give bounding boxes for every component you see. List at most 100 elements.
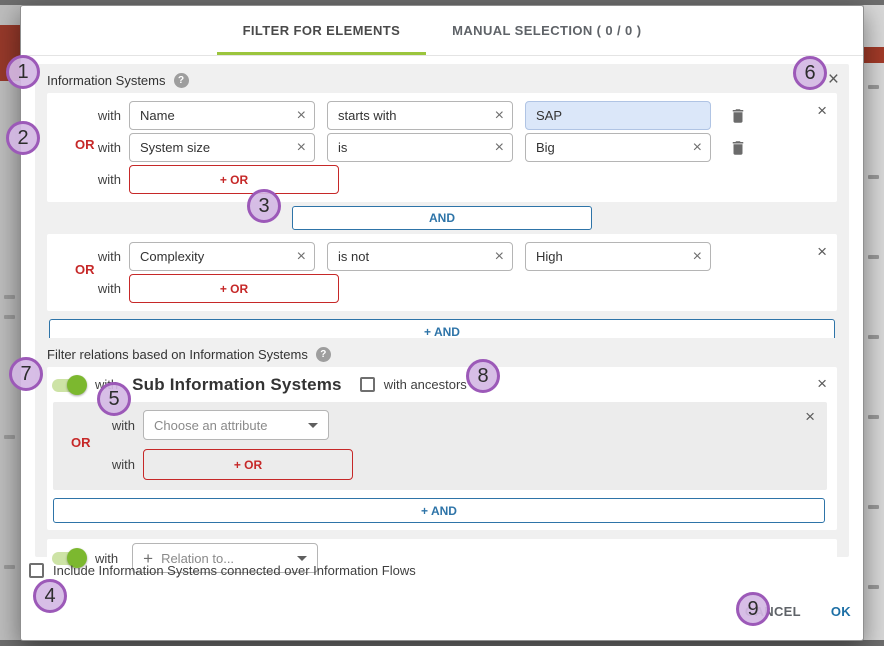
tab-filter-for-elements[interactable]: FILTER FOR ELEMENTS bbox=[217, 6, 427, 55]
filter-row: with + OR bbox=[53, 449, 827, 480]
close-icon[interactable]: × bbox=[817, 102, 827, 119]
clear-icon[interactable]: × bbox=[495, 249, 504, 265]
trash-icon[interactable] bbox=[729, 139, 747, 157]
chevron-down-icon bbox=[297, 556, 307, 561]
with-ancestors-label: with ancestors bbox=[384, 377, 467, 392]
value-text: High bbox=[536, 249, 563, 264]
value-input[interactable]: Big × bbox=[525, 133, 711, 162]
clear-icon[interactable]: × bbox=[693, 140, 702, 156]
annotation-3: 3 bbox=[247, 189, 281, 223]
value-input[interactable]: High × bbox=[525, 242, 711, 271]
element-filter-header: Information Systems ? bbox=[47, 70, 837, 90]
clear-icon[interactable]: × bbox=[297, 108, 306, 124]
filter-group: × OR with Name × starts with × SAP bbox=[47, 93, 837, 202]
value-text: SAP bbox=[536, 108, 562, 123]
and-button[interactable]: AND bbox=[292, 206, 592, 230]
annotation-2: 2 bbox=[6, 121, 40, 155]
element-filter-section: Information Systems ? × × OR with Name ×… bbox=[35, 64, 849, 342]
close-icon[interactable]: × bbox=[817, 243, 827, 260]
relation-filter-header: Filter relations based on Information Sy… bbox=[47, 344, 837, 364]
background-text-stub bbox=[868, 415, 879, 419]
add-or-button[interactable]: + OR bbox=[143, 449, 353, 480]
ok-button[interactable]: OK bbox=[831, 604, 851, 619]
value-input[interactable]: SAP bbox=[525, 101, 711, 130]
relation-card-header: with Sub Information Systems with ancest… bbox=[51, 369, 827, 400]
relation-card: × with Sub Information Systems with ance… bbox=[47, 367, 837, 530]
attribute-select[interactable]: System size × bbox=[129, 133, 315, 162]
background-text-stub bbox=[4, 435, 15, 439]
clear-icon[interactable]: × bbox=[495, 140, 504, 156]
filter-row: with + OR bbox=[47, 274, 837, 303]
toggle-switch[interactable] bbox=[51, 375, 87, 395]
tab-manual-selection[interactable]: MANUAL SELECTION ( 0 / 0 ) bbox=[426, 6, 667, 55]
section-title: Information Systems bbox=[47, 73, 166, 88]
filter-dialog: FILTER FOR ELEMENTS MANUAL SELECTION ( 0… bbox=[20, 5, 864, 641]
help-icon[interactable]: ? bbox=[174, 73, 189, 88]
with-ancestors-checkbox[interactable] bbox=[360, 377, 375, 392]
close-icon[interactable]: × bbox=[805, 408, 815, 425]
clear-icon[interactable]: × bbox=[297, 249, 306, 265]
attribute-select[interactable]: Name × bbox=[129, 101, 315, 130]
or-connector-label: OR bbox=[75, 137, 95, 152]
attribute-value: Complexity bbox=[140, 249, 204, 264]
background-text-stub bbox=[4, 565, 15, 569]
filter-row: with Complexity × is not × High × bbox=[47, 242, 837, 271]
annotation-1: 1 bbox=[6, 55, 40, 89]
filter-row: with System size × is × Big × bbox=[47, 133, 837, 162]
background-text-stub bbox=[4, 295, 15, 299]
help-icon[interactable]: ? bbox=[316, 347, 331, 362]
include-flows-label: Include Information Systems connected ov… bbox=[53, 563, 416, 578]
operator-select[interactable]: is not × bbox=[327, 242, 513, 271]
operator-select[interactable]: starts with × bbox=[327, 101, 513, 130]
tab-bar: FILTER FOR ELEMENTS MANUAL SELECTION ( 0… bbox=[21, 6, 863, 56]
page-background-left bbox=[0, 5, 20, 640]
add-or-button[interactable]: + OR bbox=[129, 165, 339, 194]
background-text-stub bbox=[868, 175, 879, 179]
include-flows-checkbox[interactable] bbox=[29, 563, 44, 578]
value-text: Big bbox=[536, 140, 555, 155]
trash-icon[interactable] bbox=[729, 107, 747, 125]
background-text-stub bbox=[868, 505, 879, 509]
operator-value: is not bbox=[338, 249, 369, 264]
tab-label: MANUAL SELECTION ( 0 / 0 ) bbox=[452, 23, 641, 38]
clear-icon[interactable]: × bbox=[693, 249, 702, 265]
background-text-stub bbox=[868, 255, 879, 259]
filter-row: with Name × starts with × SAP bbox=[47, 101, 837, 130]
chevron-down-icon bbox=[308, 423, 318, 428]
relation-filter-section: Filter relations based on Information Sy… bbox=[35, 338, 849, 557]
annotation-7: 7 bbox=[9, 357, 43, 391]
filter-row: with Choose an attribute bbox=[53, 410, 827, 440]
operator-value: is bbox=[338, 140, 347, 155]
attribute-value: System size bbox=[140, 140, 210, 155]
operator-select[interactable]: is × bbox=[327, 133, 513, 162]
with-label: with bbox=[47, 281, 125, 296]
close-icon[interactable]: × bbox=[828, 70, 839, 89]
annotation-5: 5 bbox=[97, 382, 131, 416]
with-label: with bbox=[53, 418, 139, 433]
annotation-4: 4 bbox=[33, 579, 67, 613]
with-label: with bbox=[53, 457, 139, 472]
with-label: with bbox=[47, 172, 125, 187]
add-and-button[interactable]: + AND bbox=[53, 498, 825, 523]
attribute-select[interactable]: Complexity × bbox=[129, 242, 315, 271]
attribute-dropdown[interactable]: Choose an attribute bbox=[143, 410, 329, 440]
section-title: Filter relations based on Information Sy… bbox=[47, 347, 308, 362]
with-label: with bbox=[47, 108, 125, 123]
page-background-right bbox=[864, 5, 884, 640]
clear-icon[interactable]: × bbox=[495, 108, 504, 124]
add-or-button[interactable]: + OR bbox=[129, 274, 339, 303]
relation-name: Sub Information Systems bbox=[132, 375, 342, 395]
operator-value: starts with bbox=[338, 108, 397, 123]
close-icon[interactable]: × bbox=[817, 375, 827, 392]
background-text-stub bbox=[868, 85, 879, 89]
clear-icon[interactable]: × bbox=[297, 140, 306, 156]
relation-attribute-panel: × OR with Choose an attribute with + OR bbox=[53, 402, 827, 490]
annotation-8: 8 bbox=[466, 359, 500, 393]
or-connector-label: OR bbox=[71, 435, 91, 450]
background-text-stub bbox=[4, 315, 15, 319]
toggle-knob bbox=[67, 375, 87, 395]
dropdown-placeholder: Choose an attribute bbox=[154, 418, 300, 433]
or-connector-label: OR bbox=[75, 262, 95, 277]
filter-row: with + OR bbox=[47, 165, 837, 194]
attribute-value: Name bbox=[140, 108, 175, 123]
